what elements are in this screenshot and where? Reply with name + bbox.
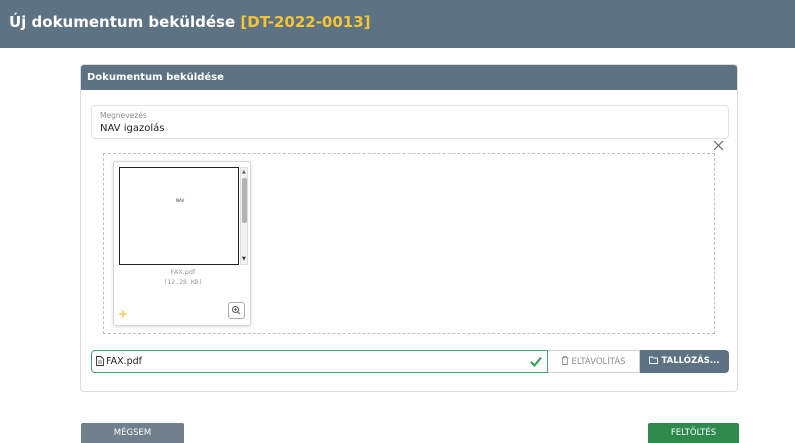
preview-scrollbar[interactable]: ▲ ▼ bbox=[240, 167, 248, 265]
document-name-field[interactable]: Megnevezés NAV igazolás bbox=[91, 105, 729, 139]
page-title: Új dokumentum beküldése [DT-2022-0013] bbox=[9, 13, 371, 31]
file-input-value: FAX.pdf bbox=[106, 356, 143, 367]
remove-label: ELTÁVOLÍTÁS bbox=[571, 357, 626, 367]
scroll-up-icon[interactable]: ▲ bbox=[242, 169, 246, 175]
file-input[interactable]: FAX.pdf bbox=[91, 350, 548, 373]
trash-icon bbox=[561, 356, 569, 365]
remove-button[interactable]: ELTÁVOLÍTÁS bbox=[548, 350, 640, 373]
browse-button[interactable]: TALLÓZÁS... bbox=[640, 350, 729, 373]
document-name-label: Megnevezés bbox=[100, 111, 147, 120]
file-icon bbox=[96, 356, 104, 366]
scrollbar-thumb[interactable] bbox=[242, 178, 247, 223]
upload-button[interactable]: FELTÖLTÉS bbox=[648, 423, 739, 443]
file-size: (12.28 KB) bbox=[163, 278, 203, 286]
folder-open-icon bbox=[649, 356, 659, 364]
top-bar: Új dokumentum beküldése [DT-2022-0013] bbox=[0, 0, 795, 48]
document-name-value: NAV igazolás bbox=[100, 123, 165, 134]
page-title-text: Új dokumentum beküldése bbox=[9, 13, 236, 31]
plus-icon[interactable]: + bbox=[118, 307, 128, 321]
preview-text: NAV bbox=[176, 198, 185, 203]
check-icon bbox=[530, 356, 542, 367]
scroll-down-icon[interactable]: ▼ bbox=[242, 256, 246, 262]
close-icon[interactable] bbox=[713, 139, 724, 154]
upload-panel: Dokumentum beküldése Megnevezés NAV igaz… bbox=[80, 64, 738, 392]
file-input-row: FAX.pdf ELTÁVOLÍTÁS TALLÓZÁS... bbox=[91, 350, 729, 373]
document-code: [DT-2022-0013] bbox=[240, 13, 371, 31]
file-preview-card: NAV ▲ ▼ FAX.pdf (12.28 KB) + bbox=[113, 161, 251, 326]
zoom-icon bbox=[232, 306, 241, 315]
zoom-button[interactable] bbox=[228, 302, 245, 319]
cancel-button[interactable]: MÉGSEM bbox=[81, 423, 184, 443]
pdf-preview: NAV bbox=[119, 167, 239, 265]
file-name: FAX.pdf bbox=[170, 268, 196, 276]
browse-label: TALLÓZÁS... bbox=[661, 356, 720, 366]
panel-header: Dokumentum beküldése bbox=[81, 65, 737, 90]
